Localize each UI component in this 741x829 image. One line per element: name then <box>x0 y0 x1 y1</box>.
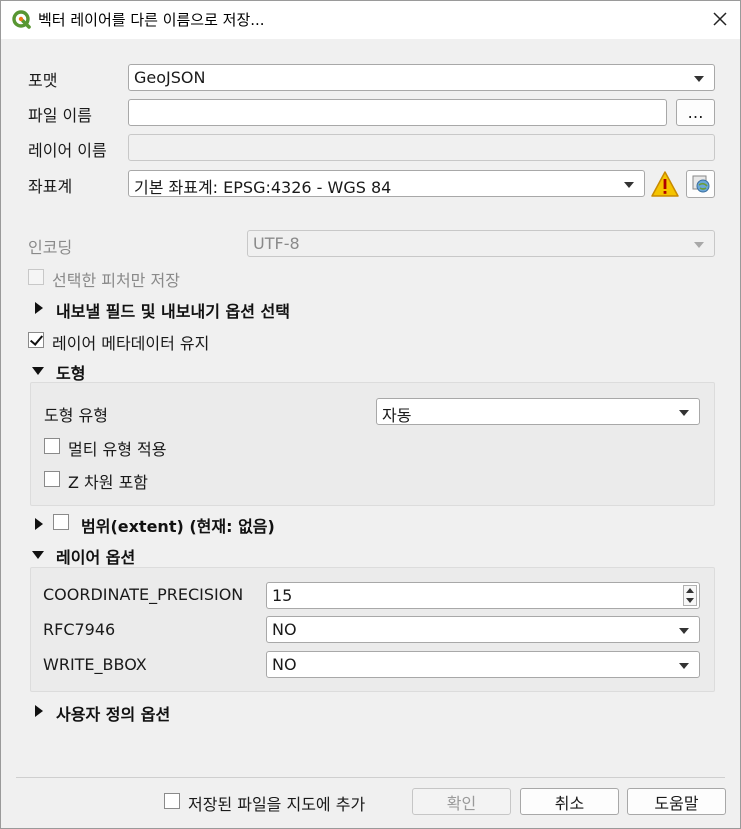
selected-only-label: 선택한 피처만 저장 <box>52 271 180 290</box>
globe-projection-icon <box>692 175 709 193</box>
collapse-down-icon[interactable] <box>32 367 44 375</box>
option-label: RFC7946 <box>43 620 116 639</box>
footer-separator <box>16 777 725 778</box>
close-button[interactable] <box>704 5 736 33</box>
geometry-type-select[interactable]: 자동 <box>376 398 700 425</box>
encoding-select[interactable]: UTF-8 <box>247 230 715 257</box>
qgis-logo-icon <box>12 10 31 29</box>
expand-right-icon[interactable] <box>35 518 43 530</box>
chevron-down-icon <box>679 628 689 634</box>
filename-input[interactable] <box>128 99 667 126</box>
chevron-down-icon <box>679 410 689 416</box>
spin-down-icon[interactable] <box>686 598 694 603</box>
rfc7946-select[interactable]: NO <box>266 616 700 643</box>
coordinate-precision-spinbox[interactable]: 15 <box>266 582 700 609</box>
rfc7946-value: NO <box>272 620 297 639</box>
coordinate-precision-value: 15 <box>272 586 293 605</box>
save-vector-layer-dialog: 벡터 레이어를 다른 이름으로 저장... 포맷 GeoJSON 파일 이름 …… <box>0 0 741 829</box>
option-label: COORDINATE_PRECISION <box>43 585 244 604</box>
window-title: 벡터 레이어를 다른 이름으로 저장... <box>38 11 265 29</box>
write-bbox-value: NO <box>272 655 297 674</box>
geometry-section-title[interactable]: 도형 <box>56 360 85 384</box>
expand-right-icon[interactable] <box>35 705 43 717</box>
cancel-button-label: 취소 <box>554 793 585 813</box>
ok-button-label: 확인 <box>446 793 477 813</box>
cancel-button[interactable]: 취소 <box>520 788 619 815</box>
expand-right-icon[interactable] <box>35 302 43 314</box>
chevron-down-icon <box>694 76 704 82</box>
z-dimension-label: Z 차원 포함 <box>68 473 149 492</box>
ok-button[interactable]: 확인 <box>412 788 511 815</box>
spin-up-icon[interactable] <box>686 588 694 593</box>
add-to-map-label: 저장된 파일을 지도에 추가 <box>188 795 366 814</box>
chevron-down-icon <box>679 663 689 669</box>
layername-label: 레이어 이름 <box>28 141 107 160</box>
chevron-down-icon <box>624 182 634 188</box>
crs-selector-button[interactable] <box>686 170 715 198</box>
close-icon <box>713 12 727 26</box>
warning-icon[interactable] <box>650 170 680 198</box>
spinbox-arrows[interactable] <box>683 585 697 606</box>
filename-label: 파일 이름 <box>28 106 92 125</box>
keep-metadata-label: 레이어 메타데이터 유지 <box>52 334 210 353</box>
z-dimension-checkbox[interactable] <box>44 471 60 487</box>
encoding-value: UTF-8 <box>253 234 300 253</box>
fields-section-title[interactable]: 내보낼 필드 및 내보내기 옵션 선택 <box>56 298 290 322</box>
extent-section-title[interactable]: 범위(extent) (현재: 없음) <box>81 513 275 537</box>
multi-type-label: 멀티 유형 적용 <box>68 440 167 459</box>
browse-button[interactable]: … <box>676 99 715 126</box>
collapse-down-icon[interactable] <box>32 551 44 559</box>
format-value: GeoJSON <box>134 68 206 87</box>
layername-input[interactable] <box>128 134 715 161</box>
help-button[interactable]: 도움말 <box>627 788 726 815</box>
geometry-type-value: 자동 <box>382 406 412 425</box>
browse-button-label: … <box>687 103 704 122</box>
write-bbox-select[interactable]: NO <box>266 651 700 678</box>
chevron-down-icon <box>694 242 704 248</box>
keep-metadata-checkbox[interactable] <box>28 332 44 348</box>
geometry-type-label: 도형 유형 <box>44 406 108 425</box>
encoding-label: 인코딩 <box>28 238 73 257</box>
layer-options-section-title[interactable]: 레이어 옵션 <box>56 544 135 568</box>
crs-value: 기본 좌표계: EPSG:4326 - WGS 84 <box>134 178 392 197</box>
add-to-map-checkbox[interactable] <box>164 793 180 809</box>
format-select[interactable]: GeoJSON <box>128 64 715 91</box>
option-label: WRITE_BBOX <box>43 655 147 674</box>
title-bar: 벡터 레이어를 다른 이름으로 저장... <box>1 1 740 39</box>
multi-type-checkbox[interactable] <box>44 438 60 454</box>
format-label: 포맷 <box>28 71 58 90</box>
crs-select[interactable]: 기본 좌표계: EPSG:4326 - WGS 84 <box>128 170 645 197</box>
help-button-label: 도움말 <box>654 793 699 813</box>
crs-label: 좌표계 <box>28 177 73 196</box>
extent-checkbox[interactable] <box>53 514 69 530</box>
selected-only-checkbox[interactable] <box>28 269 44 285</box>
custom-options-section-title[interactable]: 사용자 정의 옵션 <box>56 701 170 725</box>
geometry-group: 도형 유형 자동 멀티 유형 적용 Z 차원 포함 <box>30 382 715 506</box>
layer-options-group: COORDINATE_PRECISION 15 RFC7946 NO WRITE… <box>30 567 715 692</box>
